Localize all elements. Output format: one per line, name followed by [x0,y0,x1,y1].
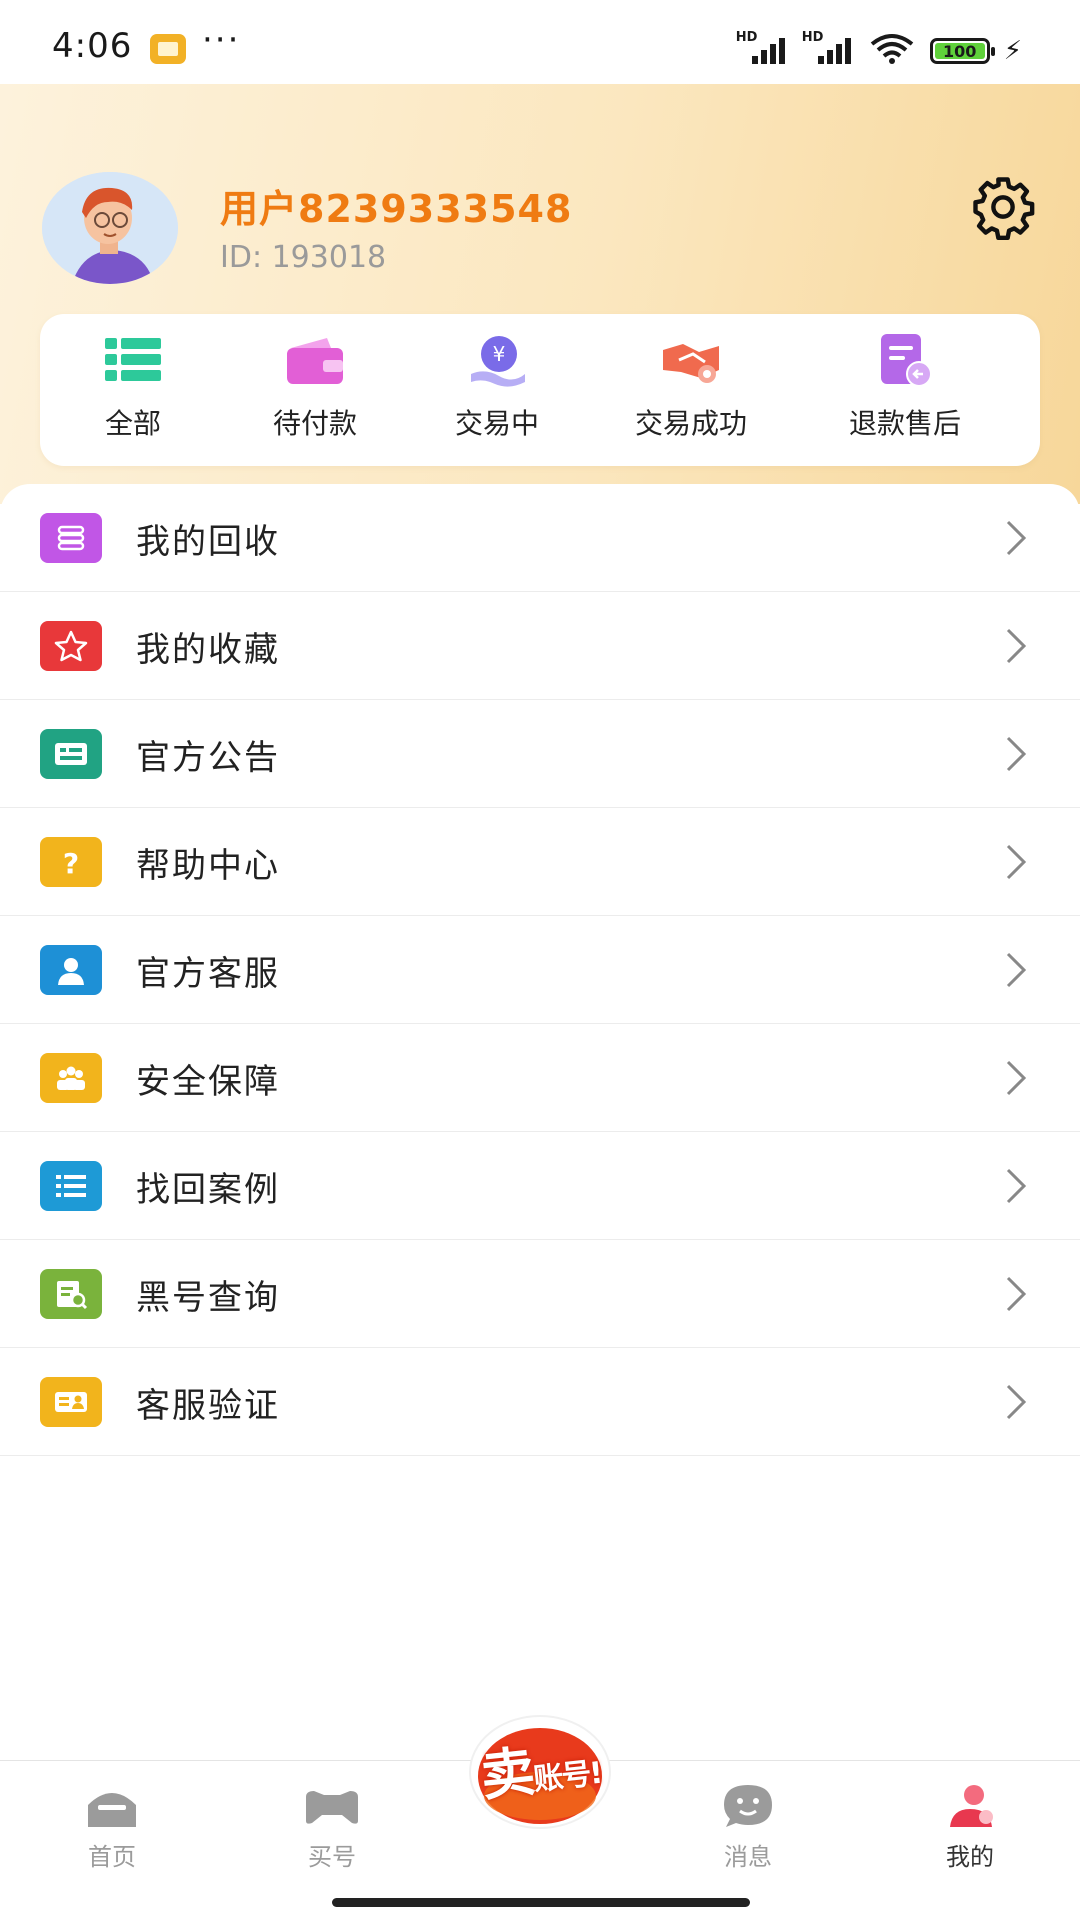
home-icon [82,1781,142,1831]
order-success[interactable]: 交易成功 [606,330,776,442]
gamepad-icon [302,1781,362,1831]
menu-item-my-recycle[interactable]: 我的回收 [0,484,1080,592]
menu-item-label: 官方客服 [136,954,280,994]
network-type-2: HD [801,30,824,45]
gear-icon[interactable] [970,174,1036,240]
svg-text:¥: ¥ [493,342,506,366]
user-id: ID: 193018 [220,240,387,275]
order-refund[interactable]: 退款售后 [820,330,990,442]
menu-item-label: 帮助中心 [136,846,280,886]
menu-item-help-center[interactable]: ? 帮助中心 [0,808,1080,916]
order-refund-label: 退款售后 [848,407,961,440]
username: 用户8239333548 [220,187,573,231]
chat-icon [718,1781,778,1831]
yuan-hand-icon: ¥ [465,330,529,390]
search-doc-icon [40,1269,102,1319]
list-icon [101,330,165,390]
sell-account-label: 卖账号! [456,1718,623,1813]
order-pending-payment-label: 待付款 [272,407,357,440]
status-time: 4:06 [52,26,133,66]
order-in-progress-label: 交易中 [454,407,539,440]
chevron-right-icon [1004,1382,1028,1422]
chevron-right-icon [1004,1166,1028,1206]
status-bar: 4:06 ··· HD HD 100 ⚡ [0,0,1080,84]
tab-messages-label: 消息 [724,1843,772,1871]
tab-buy[interactable]: 买号 [262,1781,402,1872]
order-success-label: 交易成功 [634,407,747,440]
sell-sub-text: 账号! [531,1755,603,1798]
order-pending-payment[interactable]: 待付款 [230,330,400,442]
chevron-right-icon [1004,950,1028,990]
signal-icon: HD [736,30,788,64]
order-in-progress[interactable]: ¥ 交易中 [412,330,582,442]
signal-icon-2: HD [802,30,854,64]
chevron-right-icon [1004,626,1028,666]
status-icons: HD HD 100 ⚡ [736,30,1022,66]
more-notifications-icon: ··· [202,20,241,60]
announcement-icon [40,729,102,779]
chevron-right-icon [1004,842,1028,882]
order-all[interactable]: 全部 [48,330,218,442]
menu-item-label: 官方公告 [136,738,280,778]
handshake-icon [659,330,723,390]
support-agent-icon [40,945,102,995]
menu-item-label: 我的回收 [136,522,280,562]
sell-account-button[interactable]: 卖账号! [460,1712,620,1832]
chevron-right-icon [1004,1058,1028,1098]
order-status-card: 全部 待付款 ¥ 交易中 交易成功 退款售后 [40,314,1040,466]
menu-list: 我的回收 我的收藏 官方公告 ? 帮助中心 官方客服 安全保障 找回案例 黑号查… [0,484,1080,1456]
menu-item-my-favorites[interactable]: 我的收藏 [0,592,1080,700]
home-indicator [332,1898,750,1907]
menu-item-announcements[interactable]: 官方公告 [0,700,1080,808]
star-icon [40,621,102,671]
menu-item-label: 黑号查询 [136,1278,280,1318]
menu-item-security[interactable]: 安全保障 [0,1024,1080,1132]
recycle-icon [40,513,102,563]
order-all-label: 全部 [104,407,161,440]
menu-item-blacklist-query[interactable]: 黑号查询 [0,1240,1080,1348]
menu-item-label: 安全保障 [136,1062,280,1102]
menu-item-label: 我的收藏 [136,630,280,670]
chevron-right-icon [1004,518,1028,558]
chevron-right-icon [1004,734,1028,774]
tab-mine-label: 我的 [946,1843,994,1871]
tab-mine[interactable]: 我的 [900,1781,1040,1872]
avatar[interactable] [42,172,178,284]
case-list-icon [40,1161,102,1211]
profile-header: 用户8239333548 ID: 193018 全部 待付款 ¥ 交易中 交易成… [0,84,1080,504]
menu-item-label: 找回案例 [136,1170,280,1210]
tab-home[interactable]: 首页 [42,1781,182,1872]
security-group-icon [40,1053,102,1103]
id-card-icon [40,1377,102,1427]
charging-icon: ⚡ [1003,36,1022,66]
notification-icon [150,34,186,64]
svg-text:?: ? [63,847,79,879]
chevron-right-icon [1004,1274,1028,1314]
menu-item-support-verify[interactable]: 客服验证 [0,1348,1080,1456]
wallet-icon [283,330,347,390]
tab-buy-label: 买号 [308,1843,356,1871]
menu-item-recovery-cases[interactable]: 找回案例 [0,1132,1080,1240]
battery-icon: 100 [929,38,995,64]
wifi-icon [868,32,916,64]
sell-main-char: 卖 [477,1739,537,1809]
menu-item-label: 客服验证 [136,1386,280,1426]
profile-icon [940,1781,1000,1831]
menu-item-official-support[interactable]: 官方客服 [0,916,1080,1024]
question-icon: ? [40,837,102,887]
network-type: HD [735,30,758,45]
tab-messages[interactable]: 消息 [678,1781,818,1872]
battery-level: 100 [934,42,985,61]
tab-home-label: 首页 [88,1843,136,1871]
refund-doc-icon [873,330,937,390]
